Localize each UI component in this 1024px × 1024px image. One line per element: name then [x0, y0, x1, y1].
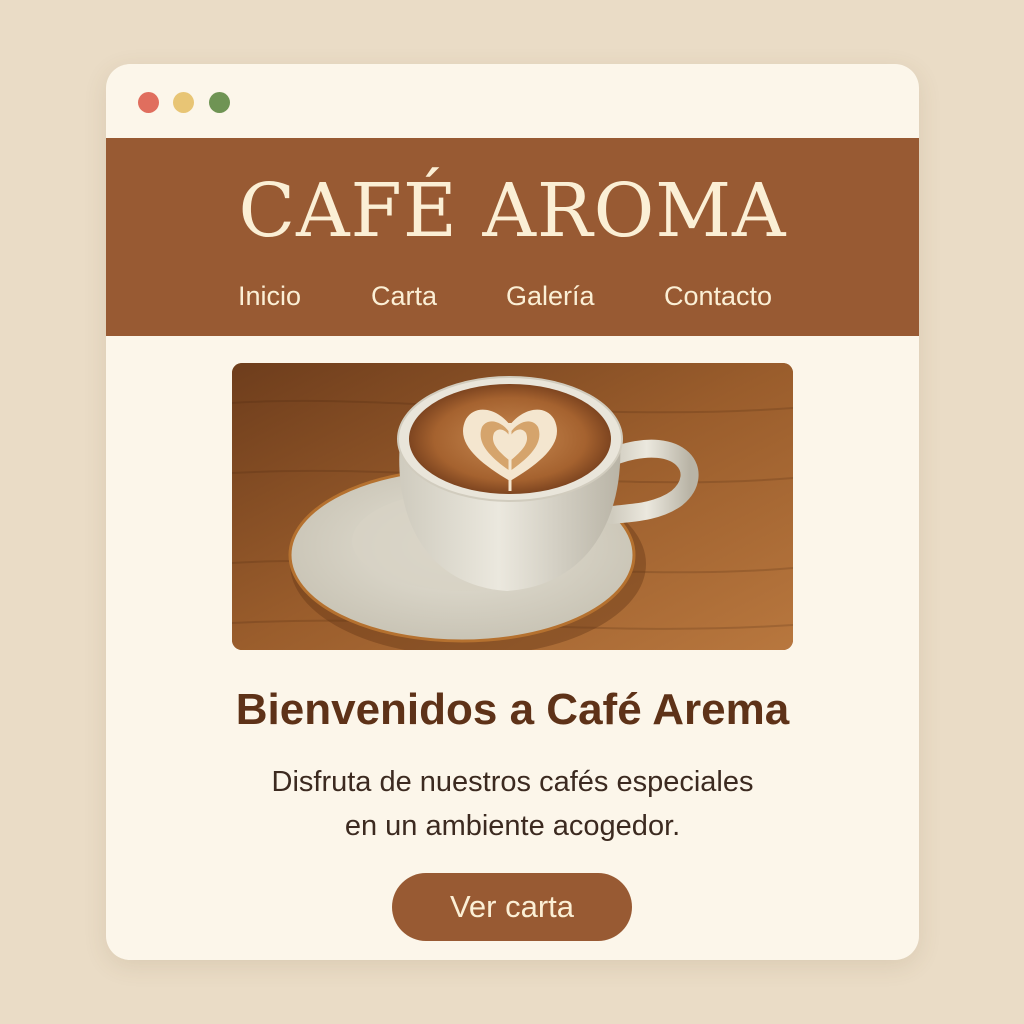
maximize-window-button[interactable]: [209, 92, 230, 113]
site-brand-title: CAFÉ AROMA: [238, 168, 787, 254]
nav-item-carta[interactable]: Carta: [371, 276, 437, 316]
view-menu-button[interactable]: Ver carta: [392, 873, 632, 941]
latte-cup-illustration: [232, 363, 793, 650]
hero-coffee-image: [232, 363, 793, 650]
close-window-button[interactable]: [138, 92, 159, 113]
nav-item-contacto[interactable]: Contacto: [664, 276, 772, 316]
window-titlebar: [106, 64, 919, 138]
browser-window: CAFÉ AROMA Inicio Carta Galería Contacto: [106, 64, 919, 960]
site-header: CAFÉ AROMA Inicio Carta Galería Contacto: [106, 138, 919, 336]
welcome-heading: Bienvenidos a Café Arema: [235, 685, 790, 734]
nav-item-inicio[interactable]: Inicio: [238, 276, 301, 316]
nav-item-galeria[interactable]: Galería: [506, 276, 595, 316]
description-line-1: Disfruta de nuestros cafés especiales: [271, 766, 754, 798]
main-nav: Inicio Carta Galería Contacto: [106, 276, 919, 316]
description-line-2: en un ambiente acogedor.: [344, 810, 681, 842]
minimize-window-button[interactable]: [173, 92, 194, 113]
welcome-description: Disfruta de nuestros cafés especiales en…: [106, 760, 919, 848]
